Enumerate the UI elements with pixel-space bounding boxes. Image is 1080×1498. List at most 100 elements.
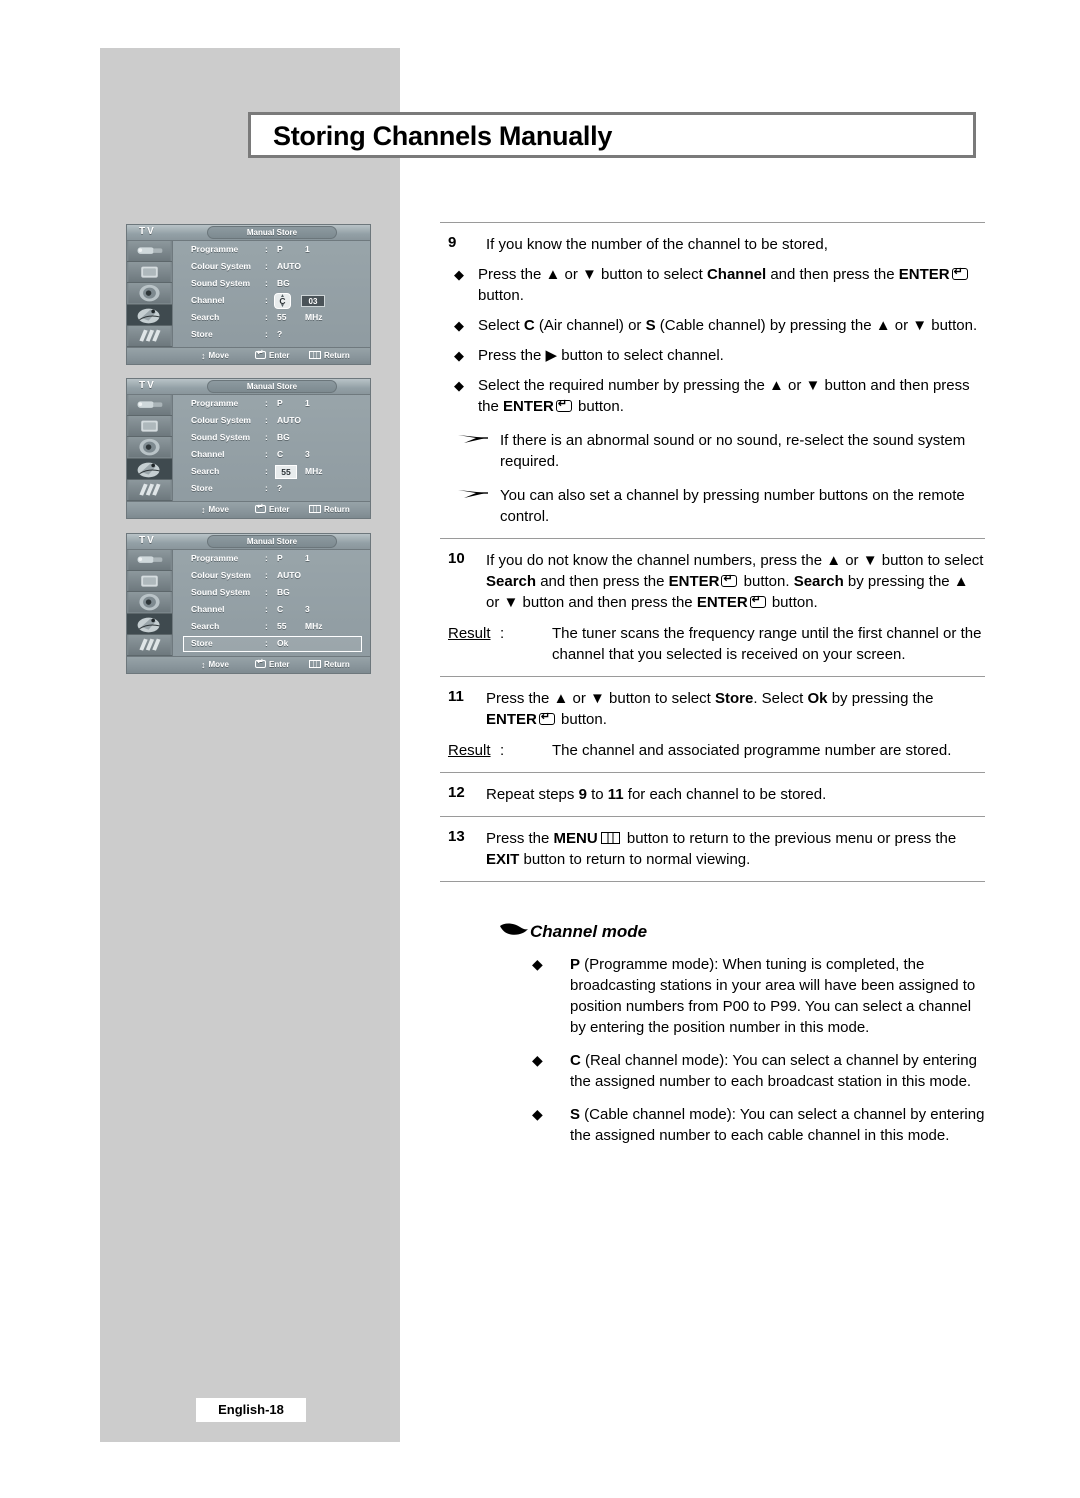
step-9-bullet-1: ◆ Press the ▲ or ▼ button to select Chann… [452,264,985,306]
t4: EXIT [486,851,520,868]
sound-icon [127,592,172,614]
osd-row-value: AUTO [277,415,301,425]
osd-row-label: Search [191,312,220,322]
search-frequency-field[interactable]: 55 [275,465,297,479]
osd-row-value2: MHz [305,621,323,631]
osd-header: TV Manual Store [127,225,370,241]
osd-footer-move-label: Move [208,505,229,514]
diamond-bullet-icon: ◆ [454,318,464,333]
osd-row-value: ? [277,483,283,493]
osd-row-colon: : [265,295,268,305]
picture-icon [127,262,172,284]
step-text: If you do not know the channel numbers, … [486,550,985,613]
step-9-note-1: If there is an abnormal sound or no soun… [458,430,985,472]
osd-footer: ↕Move Enter Return [127,501,370,518]
osd-title-pill: Manual Store [207,380,337,393]
t5: for each channel to be stored. [623,786,827,803]
osd-row-value: C [277,449,284,459]
enter-key-icon [749,592,766,608]
osd-row-colon: : [265,483,268,493]
osd-row-colon: : [265,604,268,614]
enter-key-icon [255,502,266,513]
page-content: Storing Channels Manually TV Manual Stor… [0,0,1080,1498]
osd-footer-return: Return [309,351,350,360]
mode-text: (Real channel mode): You can select a ch… [570,1052,977,1090]
mode-text: (Cable channel mode): You can select a c… [570,1106,985,1144]
osd-row-label: Colour System [191,570,251,580]
osd-row-colon: : [265,329,268,339]
bullet-text: Press the ▶ button to select channel. [478,347,724,364]
up-down-arrows-icon: ↕ [201,660,206,670]
bullet-text-d: ENTER [898,266,950,283]
osd-footer-enter-label: Enter [269,505,290,514]
t2: Search [486,573,537,590]
osd-row-label: Programme [191,398,239,408]
enter-key-icon [255,657,266,668]
osd-header: TV Manual Store [127,534,370,550]
bullet-text-b: ENTER [503,398,554,415]
osd-footer-move: ↕ Move [201,660,229,670]
setup-icon [127,634,172,656]
osd-row-colon: : [265,244,268,254]
result-colon: : [500,742,505,759]
osd-row-label: Programme [191,244,239,254]
osd-row: Programme : P 1 [173,551,370,567]
input-source-icon [127,550,172,572]
result-text: The channel and associated programme num… [552,742,952,759]
osd-row: Channel : C 3 [173,447,370,463]
t2: 9 [578,786,587,803]
spinner-down-arrow-icon: ▼ [280,303,285,309]
osd-row-value: BG [277,432,290,442]
channel-number-field[interactable]: 03 [301,295,325,307]
osd-row-colon: : [265,278,268,288]
osd-footer-return: Return [309,505,350,514]
osd-row-value: P [277,553,283,563]
step-9-bullet-4: ◆ Select the required number by pressing … [452,375,985,417]
setup-icon [127,479,172,501]
t3: and then press the [536,573,669,590]
osd-footer: ↕Move Enter Return [127,347,370,364]
step-9-note-2: You can also set a channel by pressing n… [458,485,985,527]
t9: button. [767,594,818,611]
osd-row: Search : 55 MHz [173,619,370,635]
osd-row: Colour System : AUTO [173,259,370,275]
osd-row-colon: : [265,553,268,563]
mode-code: S [570,1106,581,1123]
channel-type-spinner[interactable]: ▲ C ▼ [274,293,291,309]
t6: ENTER [486,711,537,728]
t1: Press the [486,830,554,847]
osd-row-colon: : [265,398,268,408]
osd-row-value: BG [277,278,290,288]
t8: ENTER [696,594,748,611]
mode-code: P [570,956,581,973]
bullet-text-b: C [523,317,535,334]
osd-menu-title: Manual Store [246,537,298,546]
osd-row-store-selected[interactable]: Store : Ok [173,636,370,652]
osd-footer-move-label: Move [208,351,229,360]
step-number: 9 [448,234,457,251]
step-10: 10 If you do not know the channel number… [440,539,985,676]
note-arrow-icon [458,490,488,498]
osd-screenshot-3: TV Manual Store Programme : P 1 Colour S… [126,533,371,674]
t2: Store [714,690,754,707]
osd-row-label: Store [191,329,213,339]
osd-row-colon: : [265,415,268,425]
osd-row-value: 55 [277,621,287,631]
osd-row: Sound System : BG [173,585,370,601]
result-text: The tuner scans the frequency range unti… [552,625,982,663]
bullet-text-a: Press the ▲ or ▼ button to select [478,266,707,283]
menu-key-icon [309,660,321,668]
osd-row: Programme : P 1 [173,242,370,258]
osd-row-colon: : [265,261,268,271]
t5: button. [739,573,794,590]
osd-header: TV Manual Store [127,379,370,395]
osd-footer-enter-label: Enter [269,351,290,360]
diamond-bullet-icon: ◆ [454,267,464,282]
t7: button. [556,711,607,728]
osd-footer-enter: Enter [255,502,290,514]
osd-row-value2: MHz [305,312,323,322]
menu-key-icon [600,832,620,844]
osd-footer-enter-label: Enter [269,660,290,669]
divider [440,881,985,882]
mode-code: C [570,1052,581,1069]
